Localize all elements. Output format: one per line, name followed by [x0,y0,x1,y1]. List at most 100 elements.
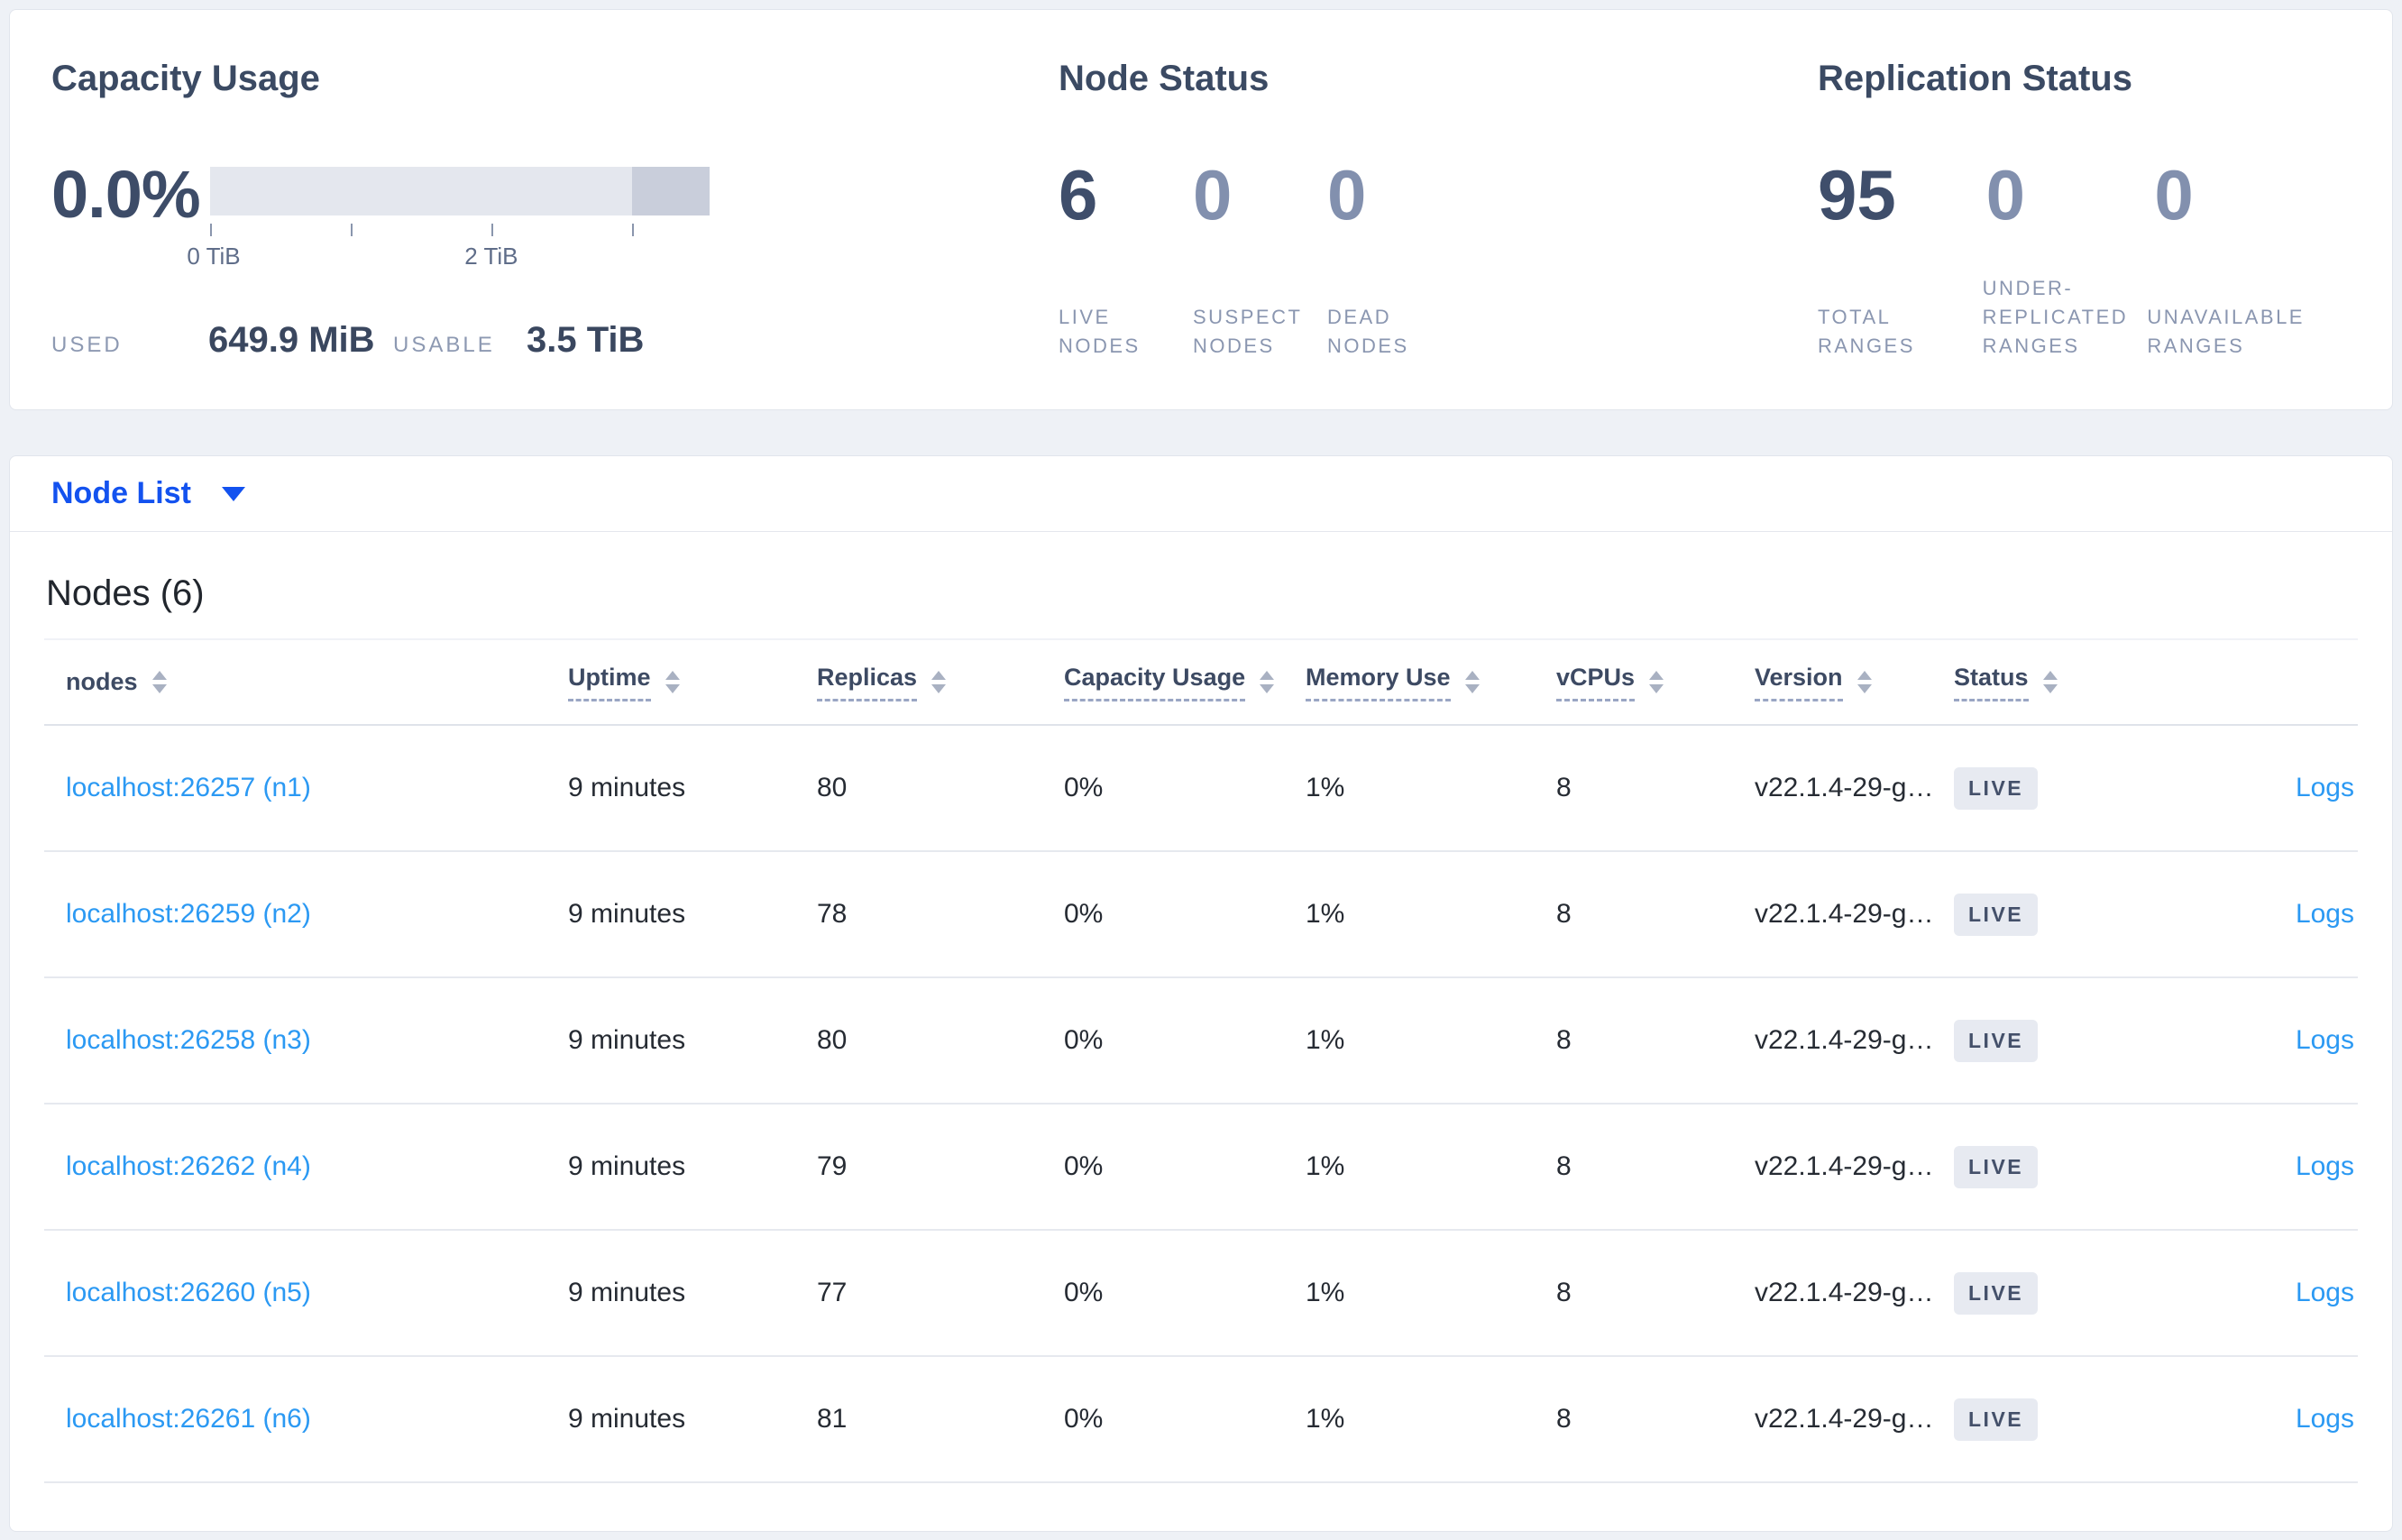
vcpus-cell: 8 [1556,899,1572,929]
nodes-table: nodes Uptime Replicas Capacity Usage Mem… [44,640,2358,1483]
used-label: USED [51,333,123,357]
cluster-summary-card: Capacity Usage 0.0% 0 TiB 2 TiB USED 649… [9,9,2393,410]
under-replicated-ranges-value: 0 [1985,155,2026,234]
logs-link[interactable]: Logs [2296,1278,2354,1307]
vcpus-cell: 8 [1556,1404,1572,1434]
replicas-cell: 77 [817,1278,848,1307]
node-list-card: Node List Nodes (6) nodes Uptime Replica… [9,455,2393,1532]
suspect-nodes-value: 0 [1193,155,1233,234]
status-badge: LIVE [1954,1019,2039,1062]
dead-nodes-value: 0 [1327,155,1367,234]
column-header-capacity-usage[interactable]: Capacity Usage [1064,640,1306,726]
replication-status-section: Replication Status 95 0 0 TOTAL RANGES U… [1818,55,2323,361]
suspect-nodes-label: SUSPECT NODES [1193,306,1303,357]
node-address-link[interactable]: localhost:26258 (n3) [66,1025,311,1055]
capacity-usage-cell: 0% [1064,1404,1104,1434]
capacity-usage-cell: 0% [1064,773,1104,802]
status-badge: LIVE [1954,766,2039,810]
column-header-memory-use[interactable]: Memory Use [1306,640,1556,726]
total-ranges-label: TOTAL RANGES [1818,306,1915,357]
capacity-usage-cell: 0% [1064,1025,1104,1055]
memory-use-cell: 1% [1306,773,1345,802]
sort-icon[interactable] [1464,671,1480,693]
uptime-cell: 9 minutes [568,1404,686,1434]
uptime-cell: 9 minutes [568,773,686,802]
node-address-link[interactable]: localhost:26260 (n5) [66,1278,311,1307]
sort-icon[interactable] [1260,671,1275,693]
version-cell: v22.1.4-29-g… [1755,1278,1934,1307]
table-row: localhost:26262 (n4) 9 minutes 79 0% 1% … [44,1104,2358,1230]
column-header-replicas[interactable]: Replicas [817,640,1064,726]
capacity-gauge-axis: 0 TiB 2 TiB [187,215,710,270]
live-nodes-label: LIVE NODES [1059,306,1141,357]
version-cell: v22.1.4-29-g… [1755,1404,1934,1434]
gauge-tick [210,224,212,236]
logs-link[interactable]: Logs [2296,1404,2354,1434]
uptime-cell: 9 minutes [568,899,686,929]
gauge-tick-label: 2 TiB [464,243,518,270]
capacity-gauge: 0 TiB 2 TiB [187,167,710,270]
capacity-gauge-secondary-segment [632,167,710,215]
node-list-selector[interactable]: Node List [51,476,245,511]
version-cell: v22.1.4-29-g… [1755,1025,1934,1055]
replicas-cell: 80 [817,1025,848,1055]
node-address-link[interactable]: localhost:26262 (n4) [66,1151,311,1181]
vcpus-cell: 8 [1556,1278,1572,1307]
status-badge: LIVE [1954,893,2039,936]
capacity-usage-cell: 0% [1064,899,1104,929]
status-badge: LIVE [1954,1271,2039,1315]
table-row: localhost:26258 (n3) 9 minutes 80 0% 1% … [44,977,2358,1104]
replicas-cell: 79 [817,1151,848,1181]
node-status-section: Node Status 6 0 0 LIVE NODES SUSPECT NOD… [1059,55,1482,361]
capacity-gauge-track [210,167,710,215]
sort-icon[interactable] [2042,671,2058,693]
column-header-uptime[interactable]: Uptime [568,640,817,726]
sort-icon[interactable] [1649,671,1664,693]
memory-use-cell: 1% [1306,1151,1345,1181]
nodes-table-panel: Nodes (6) nodes Uptime Replicas Capacity… [10,572,2392,1483]
node-address-link[interactable]: localhost:26257 (n1) [66,773,311,802]
gauge-tick [351,224,353,236]
table-row: localhost:26257 (n1) 9 minutes 80 0% 1% … [44,725,2358,851]
used-value: 649.9 MiB [208,320,375,360]
logs-link[interactable]: Logs [2296,1151,2354,1181]
uptime-cell: 9 minutes [568,1151,686,1181]
view-selector-bar: Node List [10,456,2392,532]
sort-icon[interactable] [665,671,680,693]
capacity-usage-title: Capacity Usage [51,59,320,98]
gauge-tick-label: 0 TiB [187,243,241,270]
capacity-usage-cell: 0% [1064,1151,1104,1181]
column-header-status[interactable]: Status [1954,640,2164,726]
usable-label: USABLE [393,333,495,357]
status-badge: LIVE [1954,1398,2039,1441]
memory-use-cell: 1% [1306,1025,1345,1055]
column-header-nodes[interactable]: nodes [44,640,568,726]
logs-link[interactable]: Logs [2296,1025,2354,1055]
table-row: localhost:26261 (n6) 9 minutes 81 0% 1% … [44,1356,2358,1482]
sort-icon[interactable] [151,671,167,693]
vcpus-cell: 8 [1556,773,1572,802]
node-address-link[interactable]: localhost:26259 (n2) [66,899,311,929]
capacity-usage-cell: 0% [1064,1278,1104,1307]
logs-link[interactable]: Logs [2296,899,2354,929]
version-cell: v22.1.4-29-g… [1755,1151,1934,1181]
vcpus-cell: 8 [1556,1025,1572,1055]
total-ranges-value: 95 [1818,155,1896,234]
dead-nodes-label: DEAD NODES [1327,306,1409,357]
vcpus-cell: 8 [1556,1151,1572,1181]
replicas-cell: 81 [817,1404,848,1434]
logs-link[interactable]: Logs [2296,773,2354,802]
gauge-tick [632,224,635,236]
sort-icon[interactable] [1857,671,1872,693]
version-cell: v22.1.4-29-g… [1755,773,1934,802]
unavailable-ranges-label: UNAVAILABLE RANGES [2147,306,2305,357]
node-address-link[interactable]: localhost:26261 (n6) [66,1404,311,1434]
uptime-cell: 9 minutes [568,1025,686,1055]
status-badge: LIVE [1954,1145,2039,1188]
column-header-vcpus[interactable]: vCPUs [1556,640,1755,726]
nodes-table-title: Nodes (6) [46,573,205,613]
column-header-version[interactable]: Version [1755,640,1954,726]
sort-icon[interactable] [931,671,947,693]
table-row: localhost:26259 (n2) 9 minutes 78 0% 1% … [44,851,2358,977]
usable-value: 3.5 TiB [527,320,645,360]
